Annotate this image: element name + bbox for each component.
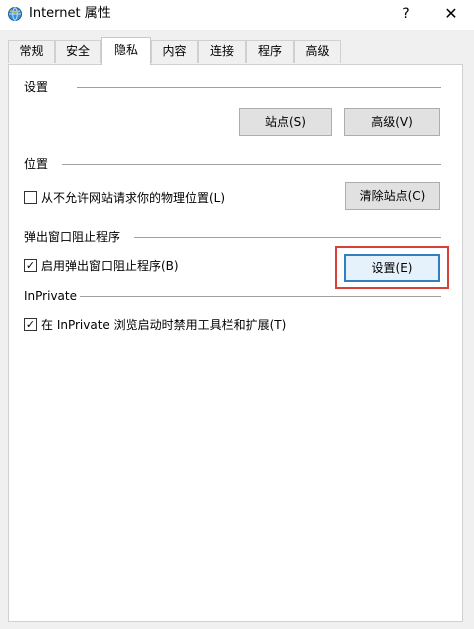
location-group-label: 位置	[24, 157, 49, 171]
tab-privacy[interactable]: 隐私	[101, 37, 151, 65]
settings-group-label: 设置	[24, 80, 49, 94]
internet-explorer-icon	[7, 6, 23, 22]
disable-toolbars-label: 在 InPrivate 浏览启动时禁用工具栏和扩展(T)	[41, 318, 287, 332]
tab-programs[interactable]: 程序	[246, 40, 294, 63]
settings-divider	[77, 87, 441, 88]
never-allow-location-label: 从不允许网站请求你的物理位置(L)	[41, 191, 226, 205]
enable-popup-blocker-option[interactable]: ✓ 启用弹出窗口阻止程序(B)	[24, 258, 224, 274]
advanced-button[interactable]: 高级(V)	[344, 108, 440, 136]
window-title: Internet 属性	[29, 6, 111, 21]
clear-sites-button[interactable]: 清除站点(C)	[345, 182, 440, 210]
sites-button[interactable]: 站点(S)	[239, 108, 332, 136]
close-button[interactable]: ✕	[428, 0, 474, 30]
popup-blocker-settings-button[interactable]: 设置(E)	[344, 254, 440, 282]
inprivate-divider	[80, 296, 441, 297]
disable-toolbars-checkbox[interactable]: ✓	[24, 318, 37, 331]
popup-blocker-divider	[134, 237, 441, 238]
inprivate-group-label: InPrivate	[24, 289, 77, 303]
title-bar: Internet 属性 ? ✕	[0, 0, 474, 30]
enable-popup-blocker-label: 启用弹出窗口阻止程序(B)	[41, 259, 179, 273]
disable-toolbars-option[interactable]: ✓ 在 InPrivate 浏览启动时禁用工具栏和扩展(T)	[24, 317, 324, 333]
help-button[interactable]: ?	[384, 0, 428, 30]
tab-content[interactable]: 内容	[151, 40, 198, 63]
enable-popup-blocker-checkbox[interactable]: ✓	[24, 259, 37, 272]
never-allow-location-option[interactable]: 从不允许网站请求你的物理位置(L)	[24, 190, 284, 206]
tab-strip: 常规 安全 隐私 内容 连接 程序 高级	[0, 30, 474, 65]
tab-general[interactable]: 常规	[8, 40, 55, 63]
tab-connections[interactable]: 连接	[198, 40, 246, 63]
tab-advanced[interactable]: 高级	[294, 40, 341, 63]
tab-security[interactable]: 安全	[55, 40, 101, 63]
location-divider	[62, 164, 441, 165]
privacy-panel	[8, 64, 463, 622]
popup-blocker-group-label: 弹出窗口阻止程序	[24, 230, 121, 244]
never-allow-location-checkbox[interactable]	[24, 191, 37, 204]
